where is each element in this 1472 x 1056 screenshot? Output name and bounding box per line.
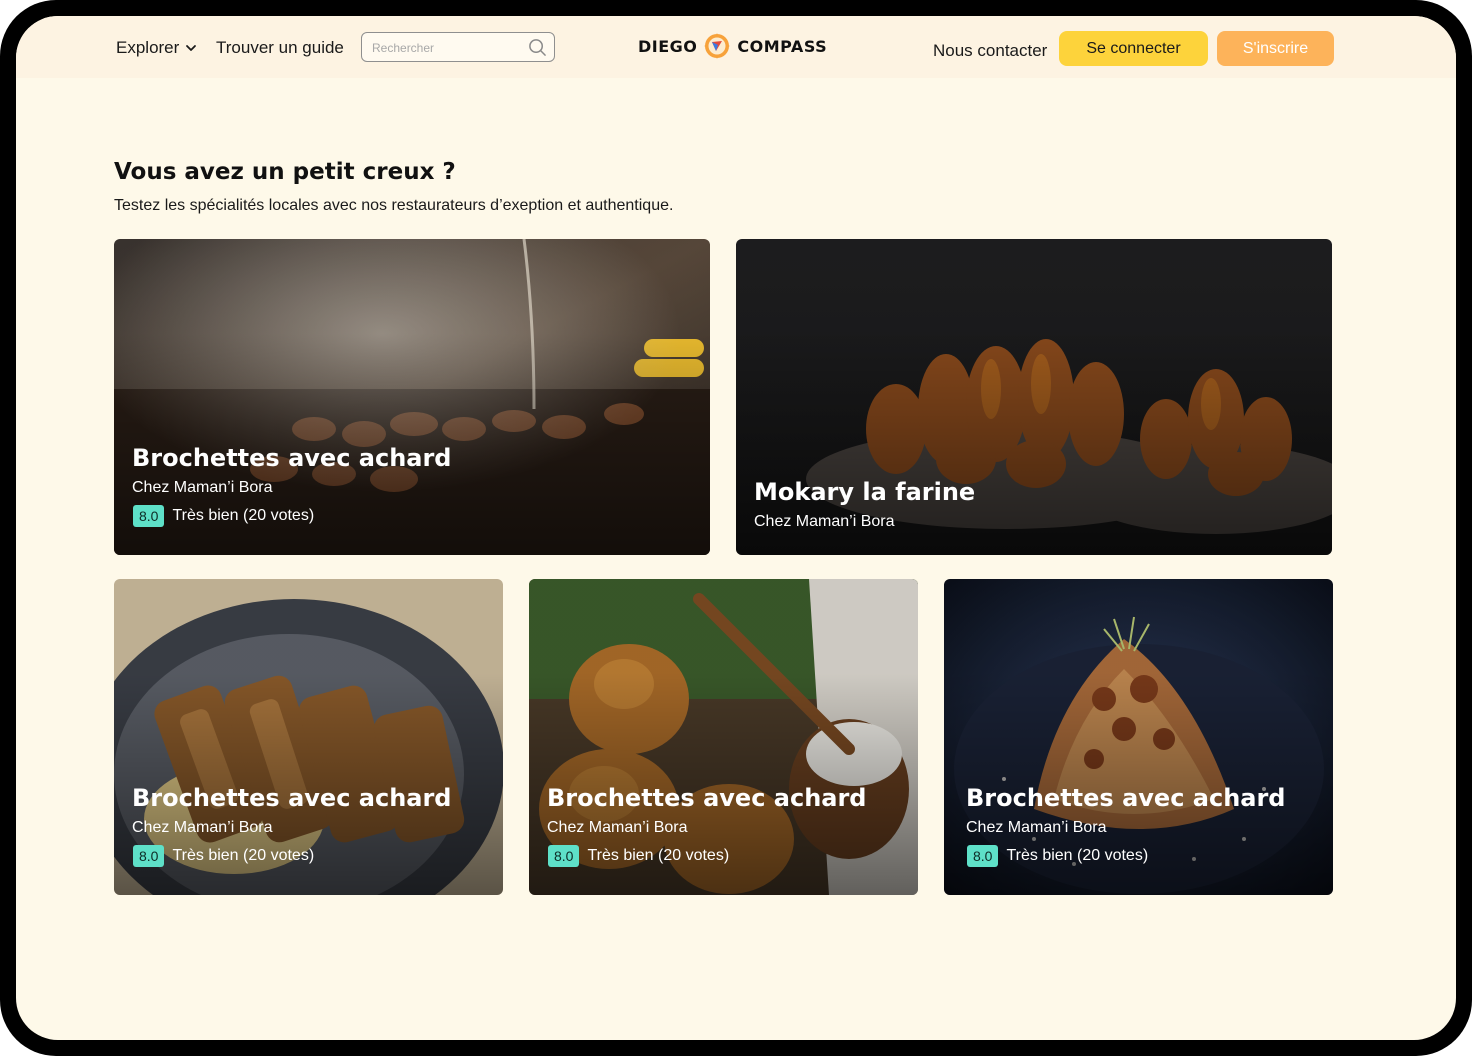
logo-text-right: COMPASS bbox=[737, 36, 828, 56]
dish-card[interactable]: Brochettes avec achard Chez Maman’i Bora… bbox=[529, 579, 918, 895]
section-subtitle: Testez les spécialités locales avec nos … bbox=[114, 197, 674, 214]
dish-card[interactable]: Brochettes avec achard Chez Maman’i Bora… bbox=[114, 579, 503, 895]
explorer-menu[interactable]: Explorer bbox=[116, 38, 197, 58]
dish-card[interactable]: Brochettes avec achard Chez Maman’i Bora… bbox=[114, 239, 710, 555]
rating-text: Très bien (20 votes) bbox=[172, 847, 315, 864]
find-guide-link[interactable]: Trouver un guide bbox=[216, 38, 344, 58]
card-title: Brochettes avec achard bbox=[132, 444, 452, 472]
card-overlay bbox=[736, 239, 1332, 555]
rating-text: Très bien (20 votes) bbox=[587, 847, 730, 864]
card-title: Brochettes avec achard bbox=[966, 784, 1286, 812]
device-frame: Explorer Trouver un guide DIEGO bbox=[0, 0, 1472, 1056]
card-rating: 8.0 Très bien (20 votes) bbox=[548, 845, 729, 867]
card-restaurant: Chez Maman’i Bora bbox=[966, 819, 1107, 836]
card-rating: 8.0 Très bien (20 votes) bbox=[133, 505, 314, 527]
score-badge: 8.0 bbox=[133, 505, 165, 527]
navbar: Explorer Trouver un guide DIEGO bbox=[16, 16, 1456, 78]
card-restaurant: Chez Maman’i Bora bbox=[132, 479, 273, 496]
card-title: Brochettes avec achard bbox=[132, 784, 452, 812]
score-badge: 8.0 bbox=[133, 845, 165, 867]
card-restaurant: Chez Maman’i Bora bbox=[754, 513, 895, 530]
screen: Explorer Trouver un guide DIEGO bbox=[16, 16, 1456, 1040]
card-rating: 8.0 Très bien (20 votes) bbox=[967, 845, 1148, 867]
dish-card[interactable]: Brochettes avec achard Chez Maman’i Bora… bbox=[944, 579, 1333, 895]
dish-card[interactable]: Mokary la farine Chez Maman’i Bora bbox=[736, 239, 1332, 555]
card-title: Mokary la farine bbox=[754, 478, 976, 506]
contact-link[interactable]: Nous contacter bbox=[933, 41, 1047, 61]
score-badge: 8.0 bbox=[967, 845, 999, 867]
section-title: Vous avez un petit creux ? bbox=[114, 159, 456, 185]
signup-button[interactable]: S'inscrire bbox=[1217, 31, 1334, 66]
login-button[interactable]: Se connecter bbox=[1059, 31, 1208, 66]
card-restaurant: Chez Maman’i Bora bbox=[547, 819, 688, 836]
card-rating: 8.0 Très bien (20 votes) bbox=[133, 845, 314, 867]
chevron-down-icon bbox=[186, 45, 197, 51]
logo[interactable]: DIEGO COMPASS bbox=[638, 32, 827, 60]
rating-text: Très bien (20 votes) bbox=[172, 507, 315, 524]
card-restaurant: Chez Maman’i Bora bbox=[132, 819, 273, 836]
compass-icon bbox=[704, 33, 731, 59]
explorer-label: Explorer bbox=[116, 38, 180, 57]
search-input[interactable] bbox=[370, 33, 524, 63]
search-icon[interactable] bbox=[528, 38, 547, 57]
logo-text-left: DIEGO bbox=[638, 36, 698, 56]
rating-text: Très bien (20 votes) bbox=[1006, 847, 1149, 864]
search-box bbox=[361, 32, 555, 63]
score-badge: 8.0 bbox=[548, 845, 580, 867]
card-title: Brochettes avec achard bbox=[547, 784, 867, 812]
